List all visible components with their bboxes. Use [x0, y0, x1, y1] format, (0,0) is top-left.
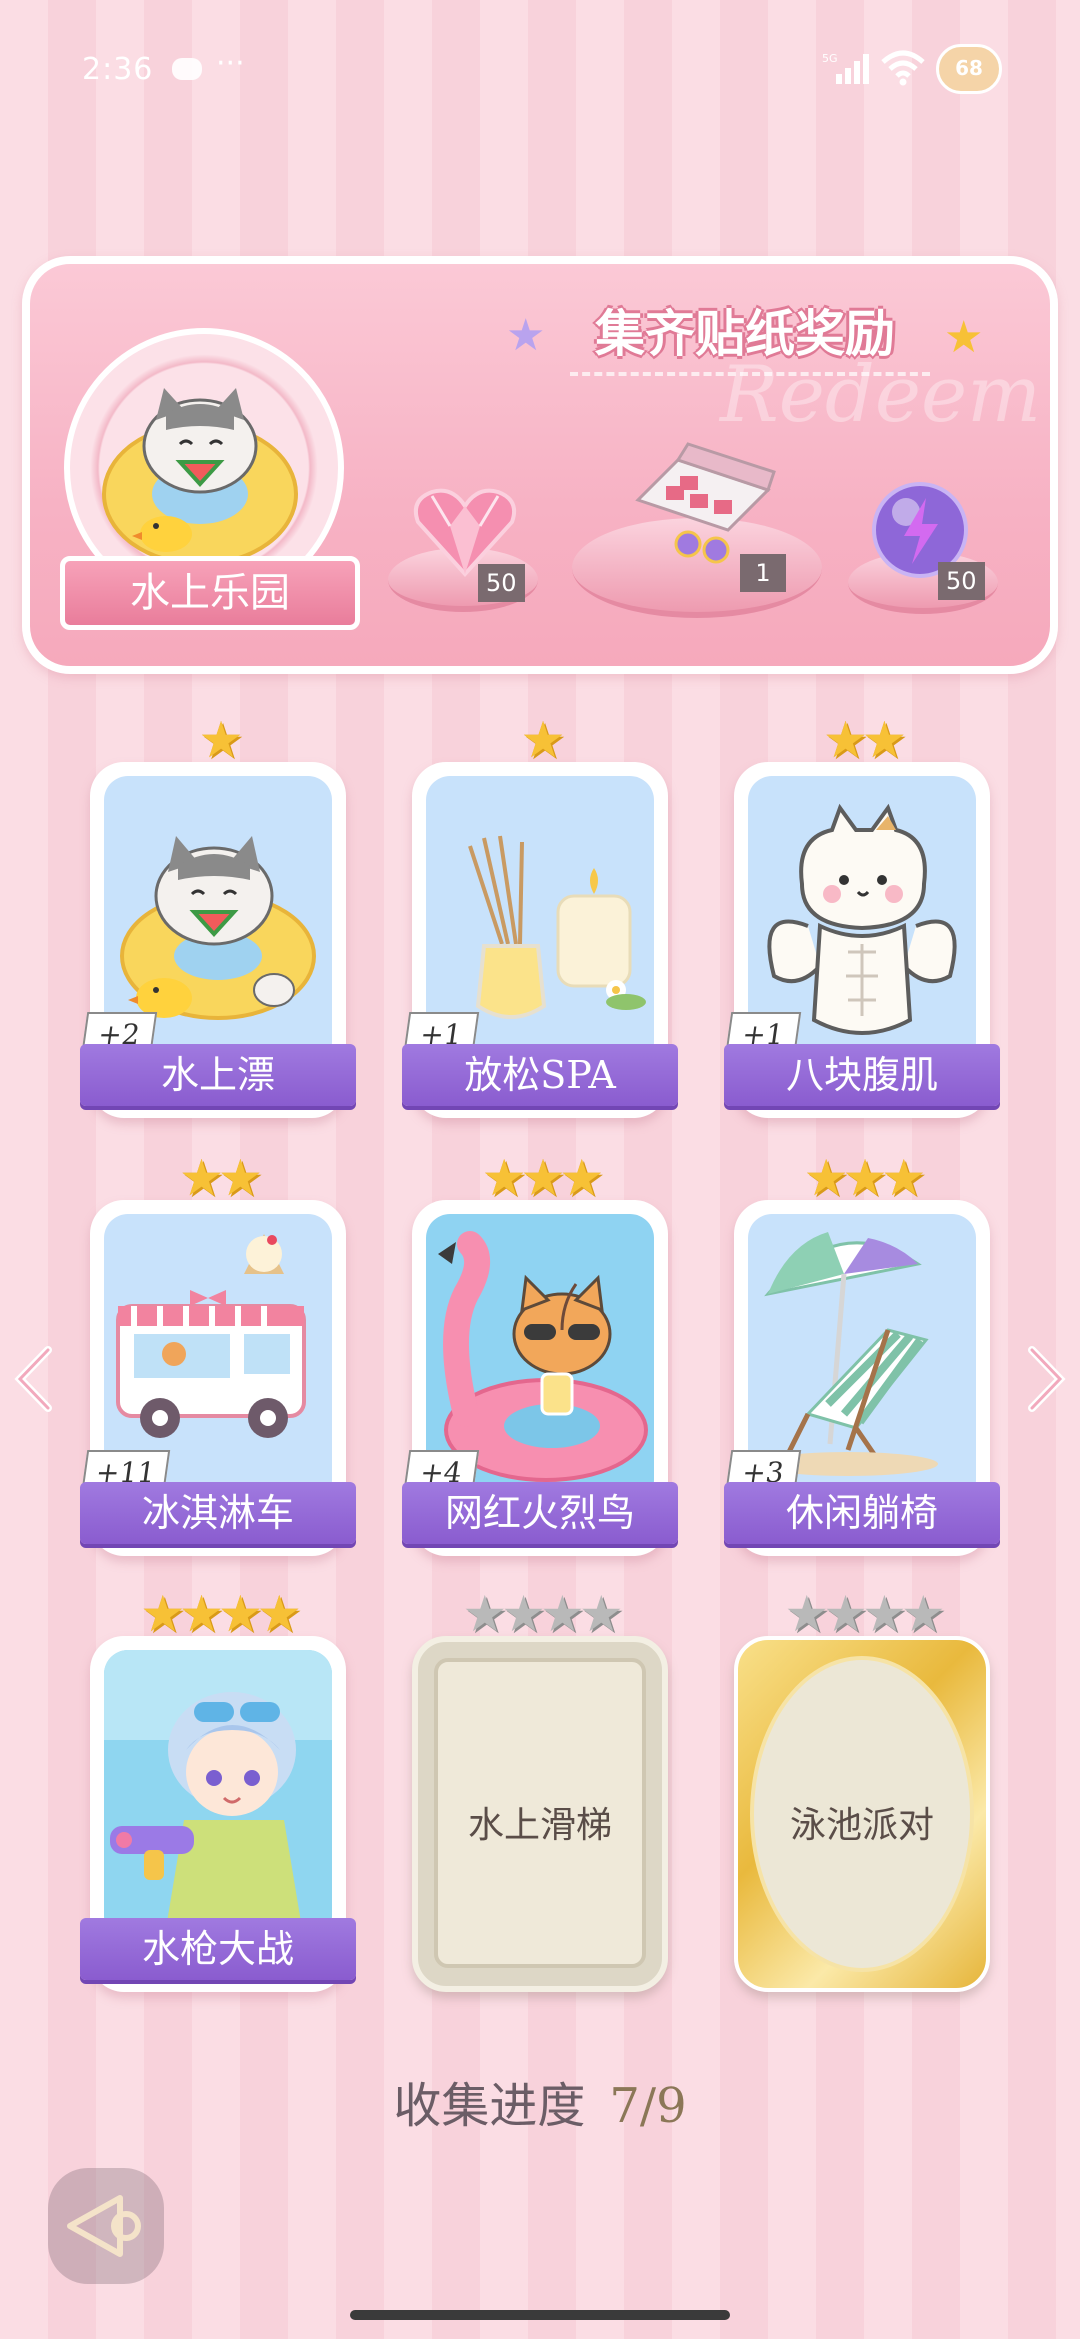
star-rating: ★★ — [734, 712, 990, 768]
sticker-name: 水枪大战 — [80, 1918, 356, 1980]
star-rating: ★ — [90, 712, 346, 768]
status-bar: 2:36 ··· 5G 68 — [0, 0, 1080, 140]
star-rating: ★★★ — [734, 1150, 990, 1206]
sticker-name: 休闲躺椅 — [724, 1482, 1000, 1544]
progress-value: 7/9 — [609, 2078, 687, 2134]
back-arrow-icon — [67, 2195, 141, 2257]
sticker-card[interactable]: ★★★ +3 休闲躺椅 — [724, 1150, 1000, 1566]
reward-count: 50 — [478, 564, 525, 602]
wifi-icon — [881, 50, 925, 86]
star-rating: ★ — [412, 712, 668, 768]
gift-box-icon — [635, 442, 776, 564]
sticker-name: 放松SPA — [402, 1044, 678, 1106]
star-rating: ★★★★ — [90, 1586, 346, 1642]
star-icon: ★★★★ — [784, 1585, 945, 1643]
star-rating: ★★★★ — [412, 1586, 668, 1642]
star-icon: ★ — [198, 711, 244, 769]
battery-indicator: 68 — [936, 44, 1002, 94]
sticker-card[interactable]: ★★ +11 冰淇淋车 — [80, 1150, 356, 1566]
cellular-signal-icon: 5G — [822, 52, 869, 84]
collection-progress: 收集进度 7/9 — [0, 2066, 1080, 2136]
sticker-card[interactable]: ★★ +1 八块腹肌 — [724, 712, 1000, 1128]
more-notifications-icon: ··· — [216, 46, 245, 81]
star-icon: ★★★ — [803, 1149, 927, 1207]
reward-count: 50 — [938, 562, 985, 600]
star-icon: ★★ — [179, 1149, 263, 1207]
sticker-card-locked[interactable]: ★★★★ 泳池派对 — [734, 1586, 990, 2002]
status-time: 2:36 — [82, 52, 154, 87]
star-rating: ★★★ — [412, 1150, 668, 1206]
banner-title: 集齐贴纸奖励 — [595, 305, 895, 363]
network-type: 5G — [822, 52, 838, 65]
star-icon: ★★★ — [481, 1149, 605, 1207]
water-gun-boy-art — [104, 1650, 332, 1940]
sticker-card-locked[interactable]: ★★★★ 水上滑梯 — [412, 1586, 668, 2002]
battery-level: 68 — [955, 56, 983, 80]
sticker-card[interactable]: ★★★★ 水枪大战 — [80, 1586, 356, 2002]
reward-count: 1 — [740, 554, 786, 592]
purple-star-icon: ★ — [506, 310, 546, 361]
sticker-name: 水上滑梯 — [467, 1805, 612, 1846]
star-icon: ★★ — [823, 711, 907, 769]
sticker-card[interactable]: ★ +2 水上漂 — [80, 712, 356, 1128]
sticker-name: 网红火烈鸟 — [402, 1482, 678, 1544]
star-rating: ★★ — [90, 1150, 346, 1206]
sticker-card[interactable]: ★★★ +4 网红火烈鸟 — [402, 1150, 678, 1566]
title-divider — [570, 372, 930, 376]
progress-label: 收集进度 — [393, 2078, 586, 2134]
back-button[interactable] — [48, 2168, 164, 2284]
next-page-arrow-icon[interactable] — [1024, 1344, 1068, 1414]
home-indicator[interactable] — [350, 2310, 730, 2320]
star-icon: ★ — [520, 711, 566, 769]
sticker-name: 八块腹肌 — [724, 1044, 1000, 1106]
previous-page-arrow-icon[interactable] — [12, 1344, 56, 1414]
sticker-card[interactable]: ★ +1 放松SPA — [402, 712, 678, 1128]
theme-label: 水上乐园 — [60, 556, 360, 630]
star-icon: ★★★★ — [462, 1585, 623, 1643]
sticker-name: 泳池派对 — [789, 1805, 934, 1846]
gold-star-icon: ★ — [944, 312, 984, 363]
app-notification-icon — [172, 58, 202, 80]
star-icon: ★★★★ — [140, 1585, 301, 1643]
star-rating: ★★★★ — [734, 1586, 990, 1642]
sticker-name: 水上漂 — [80, 1044, 356, 1106]
sticker-name: 冰淇淋车 — [80, 1482, 356, 1544]
